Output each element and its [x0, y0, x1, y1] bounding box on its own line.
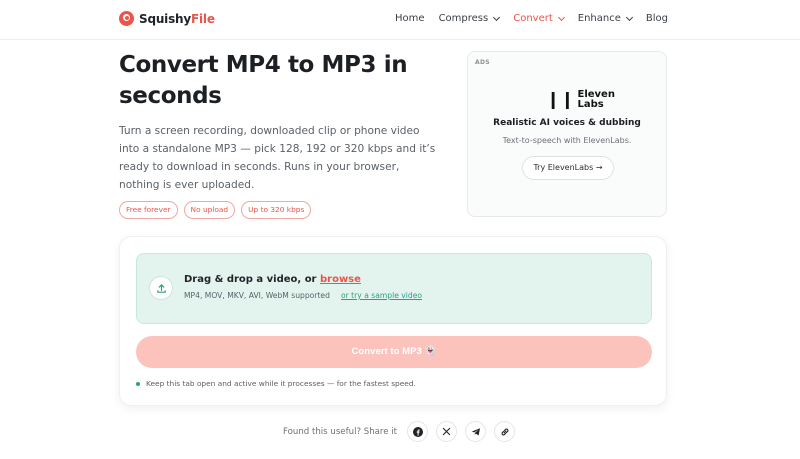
facebook-icon: [412, 426, 423, 437]
converter-card: Drag & drop a video, or browse MP4, MOV,…: [119, 236, 667, 406]
nav-home[interactable]: Home: [395, 13, 425, 24]
nav-compress[interactable]: Compress: [438, 13, 501, 24]
ad-cta-button[interactable]: Try ElevenLabs →: [522, 156, 614, 180]
chevron-down-icon: [557, 13, 565, 21]
ad-headline: Realistic AI voices & dubbing: [493, 118, 641, 128]
nav-convert-label: Convert: [513, 13, 553, 24]
chevron-down-icon: [625, 13, 633, 21]
pill-max-bitrate: Up to 320 kbps: [241, 201, 312, 219]
nav-blog[interactable]: Blog: [646, 13, 668, 24]
nav-compress-label: Compress: [438, 13, 489, 24]
supported-formats: MP4, MOV, MKV, AVI, WebM supported: [184, 291, 330, 300]
nav-enhance-label: Enhance: [577, 13, 621, 24]
site-header: SquishyFile Home Compress Convert Enhanc…: [0, 0, 800, 40]
main-nav: Home Compress Convert Enhance Blog: [395, 13, 668, 24]
nav-home-label: Home: [395, 13, 425, 24]
page-title: Convert MP4 to MP3 in seconds: [119, 52, 408, 109]
pill-no-upload: No upload: [183, 201, 236, 219]
facebook-share-button[interactable]: [407, 421, 429, 442]
file-dropzone[interactable]: Drag & drop a video, or browse MP4, MOV,…: [136, 253, 652, 324]
upload-icon: [149, 276, 173, 300]
ad-box: ADS ❙❙ Eleven Labs Realistic AI voices & …: [467, 51, 667, 217]
site-logo[interactable]: SquishyFile: [119, 11, 215, 26]
squishy-logo-icon: [119, 11, 134, 26]
dropzone-title: Drag & drop a video, or browse: [184, 274, 361, 285]
telegram-icon: [471, 427, 480, 435]
page-description: Turn a screen recording, downloaded clip…: [119, 125, 436, 191]
nav-convert[interactable]: Convert: [513, 13, 565, 24]
nav-blog-label: Blog: [645, 13, 668, 24]
status-dot-icon: [136, 381, 140, 386]
processing-hint: Keep this tab open and active while it p…: [136, 379, 416, 388]
browse-link[interactable]: browse: [320, 274, 361, 285]
chevron-down-icon: [493, 13, 501, 21]
ad-subtext: Text-to-speech with ElevenLabs.: [502, 136, 632, 145]
pill-free-forever: Free forever: [119, 201, 178, 219]
telegram-share-button[interactable]: [465, 421, 487, 442]
processing-hint-text: Keep this tab open and active while it p…: [146, 379, 416, 388]
ad-logo-line2: Labs: [577, 99, 604, 110]
dropzone-title-text: Drag & drop a video, or: [184, 274, 320, 285]
nav-enhance[interactable]: Enhance: [577, 13, 633, 24]
elevenlabs-logo: ❙❙ Eleven Labs: [546, 90, 615, 111]
elevenlabs-bars-icon: ❙❙: [546, 90, 575, 110]
share-bar: Found this useful? Share it: [283, 421, 516, 442]
share-label: Found this useful? Share it: [283, 426, 398, 437]
ad-label: ADS: [475, 59, 490, 66]
copy-link-button[interactable]: [494, 421, 516, 442]
sample-video-link[interactable]: or try a sample video: [341, 291, 422, 300]
link-icon: [501, 428, 508, 435]
convert-button[interactable]: Convert to MP3 👻: [136, 336, 652, 368]
feature-pills: Free forever No upload Up to 320 kbps: [119, 201, 312, 219]
x-share-button[interactable]: [436, 421, 458, 442]
x-icon: [442, 427, 451, 436]
brand-name: SquishyFile: [139, 11, 215, 26]
